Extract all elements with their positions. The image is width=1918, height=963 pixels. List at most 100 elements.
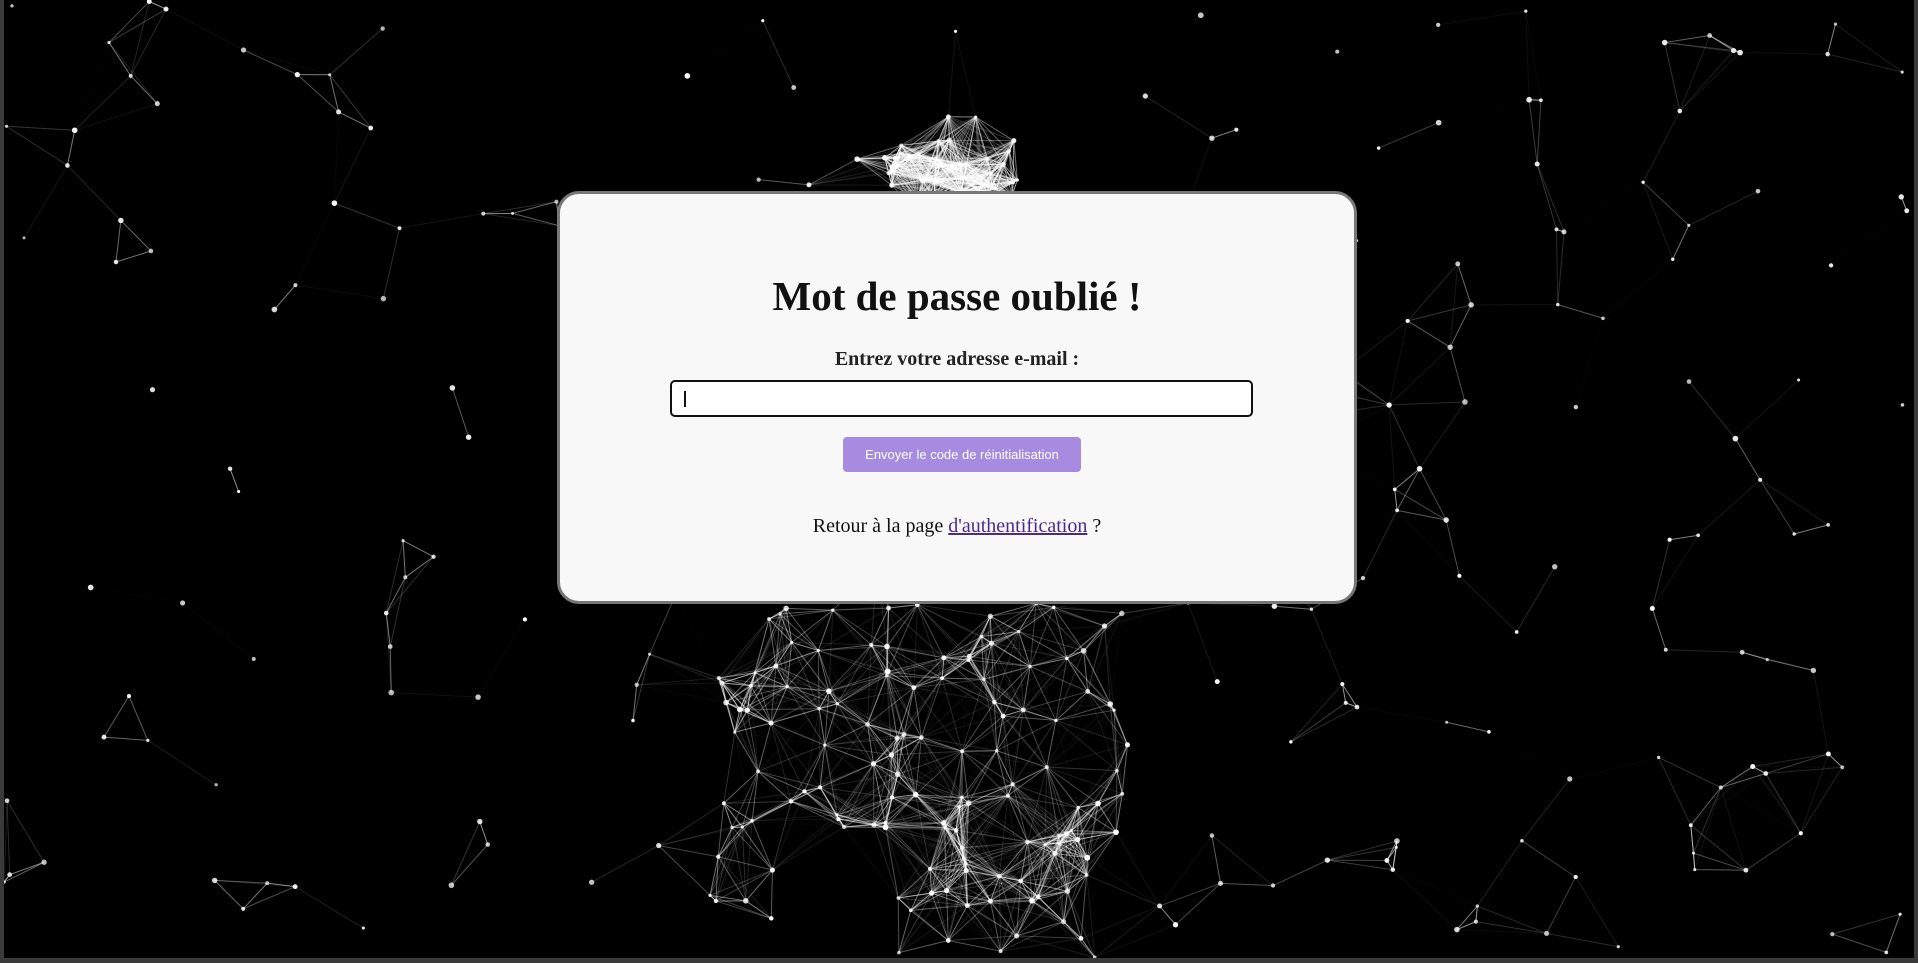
particle-link	[1694, 869, 1746, 871]
particle-link	[1658, 756, 1722, 788]
particle-link	[243, 886, 296, 910]
particle-link	[295, 203, 334, 285]
particle-dot	[1395, 508, 1399, 513]
particle-dot	[1335, 49, 1340, 54]
particle-link	[1642, 182, 1674, 260]
particle-link	[1087, 857, 1160, 907]
particle-link	[1476, 841, 1522, 922]
particle-link	[1378, 122, 1439, 149]
particle-link	[649, 653, 723, 684]
particle-link	[897, 898, 900, 953]
particle-link	[1691, 773, 1766, 825]
particle-dot	[1084, 873, 1089, 877]
particle-dot	[988, 640, 994, 646]
particle-link	[1187, 602, 1218, 682]
particle-dot	[898, 151, 903, 156]
particle-dot	[870, 761, 877, 767]
particle-dot	[928, 866, 933, 871]
particle-link	[1693, 852, 1747, 871]
particle-link	[1445, 519, 1460, 576]
particle-link	[1557, 231, 1565, 305]
particle-dot	[957, 805, 961, 809]
authentication-link[interactable]: d'authentification	[948, 515, 1087, 537]
particle-dot	[1120, 791, 1125, 796]
particle-dot	[107, 40, 111, 45]
particle-link	[1029, 666, 1057, 721]
particle-link	[1159, 835, 1213, 907]
particle-link	[1526, 11, 1541, 100]
particle-link	[1094, 905, 1160, 958]
particle-link	[745, 869, 773, 902]
particle-dot	[1124, 742, 1130, 748]
particle-link	[1397, 510, 1459, 575]
particle-link	[108, 42, 158, 104]
particle-dot	[979, 634, 984, 639]
particle-dot	[953, 828, 959, 833]
particle-dot	[481, 211, 486, 216]
particle-dot	[1010, 782, 1015, 787]
particle-dot	[1898, 194, 1904, 200]
particle-dot	[1473, 919, 1478, 924]
particle-dot	[1360, 575, 1366, 581]
email-field[interactable]	[670, 380, 1253, 417]
particle-dot	[1080, 647, 1087, 654]
particle-dot	[1443, 517, 1449, 523]
particle-link	[9, 861, 45, 876]
particle-link	[1446, 721, 1490, 733]
particle-link	[6, 800, 11, 875]
particle-dot	[1113, 829, 1119, 836]
particle-link	[752, 821, 844, 827]
particle-dot	[684, 73, 691, 79]
particle-dot	[960, 795, 964, 800]
particle-dot	[740, 825, 744, 829]
particle-dot	[1687, 223, 1691, 227]
send-reset-code-button[interactable]: Envoyer le code de réinitialisation	[843, 437, 1081, 472]
particle-dot	[361, 926, 365, 930]
particle-dot	[785, 684, 789, 689]
particle-dot	[893, 161, 900, 168]
particle-dot	[1663, 647, 1668, 652]
particle-dot	[1044, 765, 1049, 770]
particle-link	[1217, 606, 1274, 681]
particle-dot	[1758, 477, 1763, 482]
particle-dot	[982, 677, 986, 682]
particle-dot	[1707, 33, 1713, 38]
particle-link	[399, 213, 484, 229]
particle-dot	[992, 699, 997, 705]
particle-link	[1688, 190, 1759, 226]
particle-link	[1570, 757, 1659, 779]
particle-link	[402, 540, 406, 578]
particle-link	[147, 740, 217, 786]
particle-dot	[882, 824, 889, 831]
particle-dot	[1064, 831, 1069, 837]
particle-dot	[1671, 257, 1675, 261]
particle-dot	[1209, 833, 1215, 838]
particle-dot	[1514, 630, 1519, 634]
particle-link	[4, 861, 45, 883]
particle-link	[832, 609, 889, 672]
particle-dot	[1014, 933, 1020, 939]
particle-dot	[1661, 39, 1668, 46]
particle-link	[723, 803, 733, 828]
particle-dot	[713, 898, 719, 904]
particle-link	[870, 604, 918, 646]
particle-link	[229, 468, 240, 492]
particle-link	[243, 49, 298, 76]
particle-link	[297, 75, 370, 128]
particle-link	[649, 595, 676, 655]
particle-link	[295, 284, 384, 300]
particle-link	[1832, 933, 1887, 953]
particle-link	[1651, 539, 1671, 609]
particle-dot	[940, 676, 945, 681]
particle-dot	[990, 183, 994, 187]
particle-dot	[890, 168, 895, 173]
particle-dot	[716, 676, 721, 681]
particle-dot	[380, 295, 387, 302]
particle-dot	[836, 816, 841, 822]
particle-link	[402, 540, 434, 558]
particle-dot	[1900, 403, 1905, 407]
particle-link	[1557, 304, 1604, 319]
particle-dot	[788, 799, 794, 804]
particle-dot	[1825, 751, 1831, 757]
particle-dot	[1324, 857, 1331, 863]
